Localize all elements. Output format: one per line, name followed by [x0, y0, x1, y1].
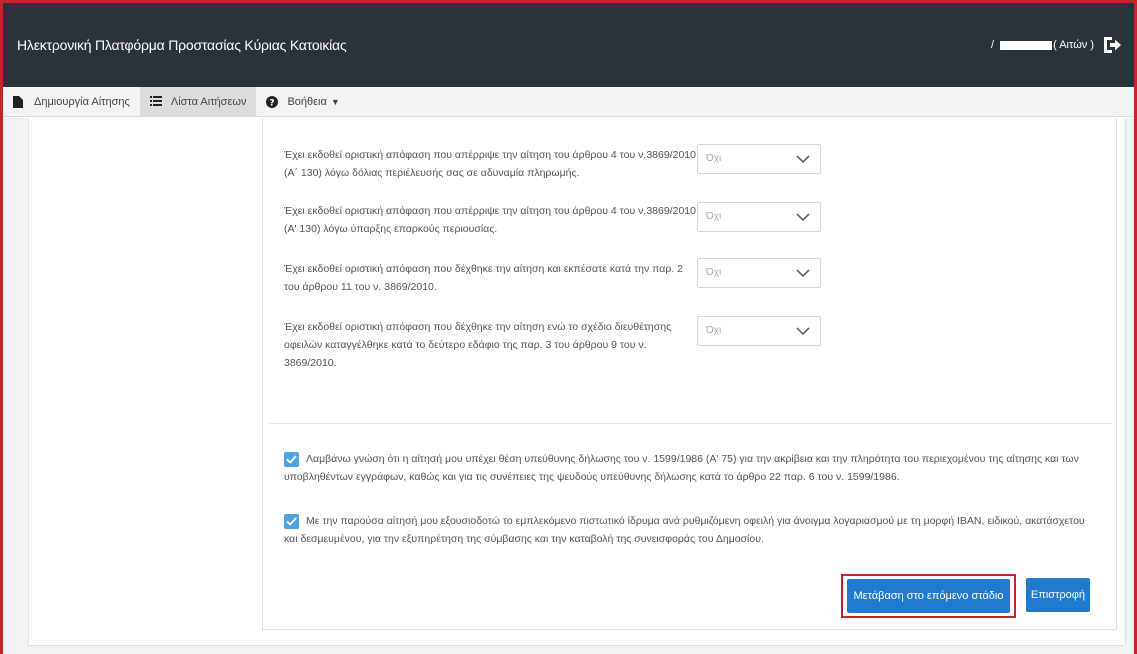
top-navbar: Ηλεκτρονική Πλατφόρμα Προστασίας Κύριας … [3, 3, 1134, 87]
question-text: Έχει εκδοθεί οριστική απόφαση που δέχθηκ… [284, 263, 683, 293]
user-name-redacted [1000, 40, 1053, 50]
svg-text:?: ? [270, 98, 275, 108]
page-body: Έχει εκδοθεί οριστική απόφαση που απέρρι… [3, 118, 1134, 654]
question-select[interactable]: Όχι [697, 258, 821, 288]
question-text: Έχει εκδοθεί οριστική απόφαση που απέρρι… [284, 205, 696, 235]
next-button-highlight: Μετάβαση στο επόμενο στάδιο [841, 574, 1016, 618]
menu-item-application-list[interactable]: Λίστα Αιτήσεων [139, 87, 257, 116]
file-icon [13, 95, 25, 108]
checkmark-icon [286, 517, 297, 526]
menu-label: Λίστα Αιτήσεων [170, 95, 247, 108]
app-title[interactable]: Ηλεκτρονική Πλατφόρμα Προστασίας Κύριας … [17, 37, 347, 53]
list-icon [149, 95, 162, 108]
declaration-text: Λαμβάνω γνώση ότι η αίτησή μου υπέχει θέ… [284, 453, 1079, 483]
user-area: / ( Αιτών ) [991, 33, 1122, 57]
chevron-down-icon [796, 213, 810, 222]
next-step-button[interactable]: Μετάβαση στο επόμενο στάδιο [847, 579, 1010, 613]
caret-down-icon: ▼ [330, 96, 340, 107]
select-value: Όχι [706, 211, 722, 222]
back-button[interactable]: Επιστροφή [1026, 578, 1090, 612]
question-text: Έχει εκδοθεί οριστική απόφαση που απέρρι… [284, 149, 696, 179]
select-value: Όχι [706, 153, 722, 164]
declaration-text: Με την παρούσα αίτησή μου εξουσιοδοτώ το… [284, 515, 1085, 545]
menu-item-create-application[interactable]: Δημιουργία Αίτησης [3, 87, 140, 116]
chevron-down-icon [796, 327, 810, 336]
question-select[interactable]: Όχι [697, 144, 821, 174]
content-panel: Έχει εκδοθεί οριστική απόφαση που απέρρι… [28, 118, 1126, 646]
chevron-down-icon [796, 269, 810, 278]
section-divider [269, 423, 1112, 424]
user-role: ( Αιτών ) [1053, 39, 1094, 51]
form-container: Έχει εκδοθεί οριστική απόφαση που απέρρι… [262, 118, 1117, 630]
declaration-checkbox[interactable] [284, 452, 299, 467]
menu-label: Βοήθεια [287, 95, 327, 108]
question-select[interactable]: Όχι [697, 316, 821, 346]
user-prefix: / [991, 39, 995, 51]
question-select[interactable]: Όχι [697, 202, 821, 232]
question-text: Έχει εκδοθεί οριστική απόφαση που δέχθηκ… [284, 321, 672, 369]
select-value: Όχι [706, 325, 722, 336]
menu-item-help[interactable]: ? Βοήθεια ▼ [256, 87, 349, 116]
question-circle-icon: ? [266, 95, 279, 108]
menu-label: Δημιουργία Αίτησης [34, 95, 130, 108]
menu-bar: Δημιουργία Αίτησης Λίστα Αιτήσεων ? Βοήθ… [3, 87, 1134, 117]
declaration-checkbox[interactable] [284, 514, 299, 529]
logout-icon[interactable] [1102, 35, 1122, 55]
declaration-row: Λαμβάνω γνώση ότι η αίτησή μου υπέχει θέ… [284, 450, 1099, 486]
chevron-down-icon [796, 155, 810, 164]
checkmark-icon [286, 455, 297, 464]
declaration-row: Με την παρούσα αίτησή μου εξουσιοδοτώ το… [284, 512, 1099, 548]
select-value: Όχι [706, 267, 722, 278]
